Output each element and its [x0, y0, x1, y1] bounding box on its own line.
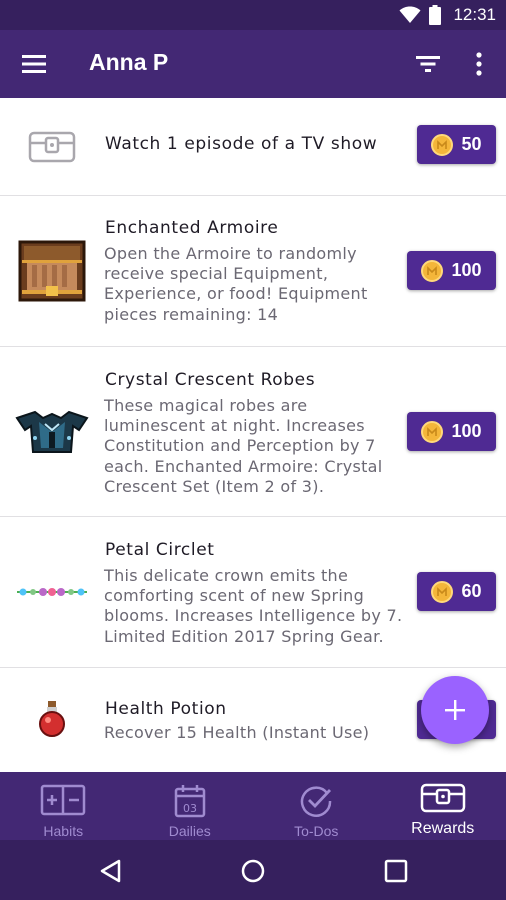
buy-button[interactable]: 50	[417, 125, 496, 164]
reward-description: This delicate crown emits the comforting…	[104, 566, 403, 646]
status-time: 12:31	[453, 5, 496, 24]
add-reward-button[interactable]	[421, 676, 489, 744]
tab-label: Dailies	[168, 823, 211, 839]
bottom-navigation: Habits 03 Dailies To-Dos Rewards	[0, 772, 506, 840]
reward-thumb	[14, 577, 90, 607]
menu-icon[interactable]	[20, 51, 48, 77]
tab-label: Rewards	[411, 820, 475, 837]
tab-todos[interactable]: To-Dos	[253, 772, 380, 840]
reward-row[interactable]: Enchanted Armoire Open the Armoire to ra…	[0, 196, 506, 347]
reward-title: Watch 1 episode of a TV show	[105, 134, 378, 154]
status-icons: 12:31	[399, 0, 496, 30]
back-icon[interactable]	[98, 858, 124, 884]
reward-description: Open the Armoire to randomly receive spe…	[104, 244, 368, 324]
more-options-icon[interactable]	[470, 50, 488, 78]
circlet-icon	[17, 588, 87, 596]
app-bar: Anna P	[0, 30, 506, 98]
gold-coin-icon	[431, 580, 454, 603]
page-title: Anna P	[89, 49, 169, 75]
reward-title: Crystal Crescent Robes	[105, 370, 316, 390]
reward-thumb	[14, 402, 90, 462]
reward-title: Petal Circlet	[105, 540, 215, 560]
calendar-icon: 03	[174, 785, 205, 818]
gold-coin-icon	[431, 133, 454, 156]
system-navigation-bar	[0, 840, 506, 900]
price-label: 100	[451, 260, 482, 280]
custom-reward-chest-icon	[28, 131, 76, 163]
price-label: 50	[461, 134, 482, 154]
plus-icon	[445, 700, 465, 720]
reward-title: Health Potion	[105, 699, 227, 719]
filter-icon[interactable]	[414, 52, 442, 76]
calendar-day-text: 03	[183, 802, 197, 815]
health-potion-icon	[39, 701, 65, 737]
reward-row[interactable]: Petal Circlet This delicate crown emits …	[0, 517, 506, 668]
buy-button[interactable]: 100	[407, 412, 496, 451]
buy-button[interactable]: 60	[417, 572, 496, 611]
reward-chest-icon	[420, 783, 465, 813]
price-label: 100	[451, 421, 482, 441]
reward-description: Recover 15 Health (Instant Use)	[104, 723, 370, 742]
checkmark-icon	[301, 786, 332, 817]
recents-icon[interactable]	[383, 858, 409, 884]
robes-icon	[15, 410, 89, 453]
gold-coin-icon	[421, 259, 444, 282]
reward-thumb	[14, 696, 90, 740]
tab-rewards[interactable]: Rewards	[380, 772, 506, 840]
buy-button[interactable]: 100	[407, 251, 496, 290]
wifi-icon	[399, 6, 421, 23]
tab-habits[interactable]: Habits	[0, 772, 127, 840]
reward-description: These magical robes are luminescent at n…	[104, 396, 383, 496]
tab-label: Habits	[43, 823, 84, 839]
reward-thumb	[14, 236, 90, 306]
status-bar: 12:31	[0, 0, 506, 30]
price-label: 60	[461, 581, 482, 601]
reward-row[interactable]: Crystal Crescent Robes These magical rob…	[0, 347, 506, 517]
battery-icon	[429, 5, 442, 25]
gold-coin-icon	[421, 420, 444, 443]
reward-row[interactable]: Watch 1 episode of a TV show 50	[0, 98, 506, 196]
armoire-icon	[18, 240, 86, 302]
habits-icon	[41, 784, 86, 816]
reward-thumb	[14, 122, 90, 172]
home-icon[interactable]	[240, 858, 266, 884]
tab-label: To-Dos	[294, 823, 339, 839]
rewards-list: Watch 1 episode of a TV show 50 Enchante…	[0, 98, 506, 772]
reward-title: Enchanted Armoire	[105, 218, 279, 238]
tab-dailies[interactable]: 03 Dailies	[127, 772, 254, 840]
